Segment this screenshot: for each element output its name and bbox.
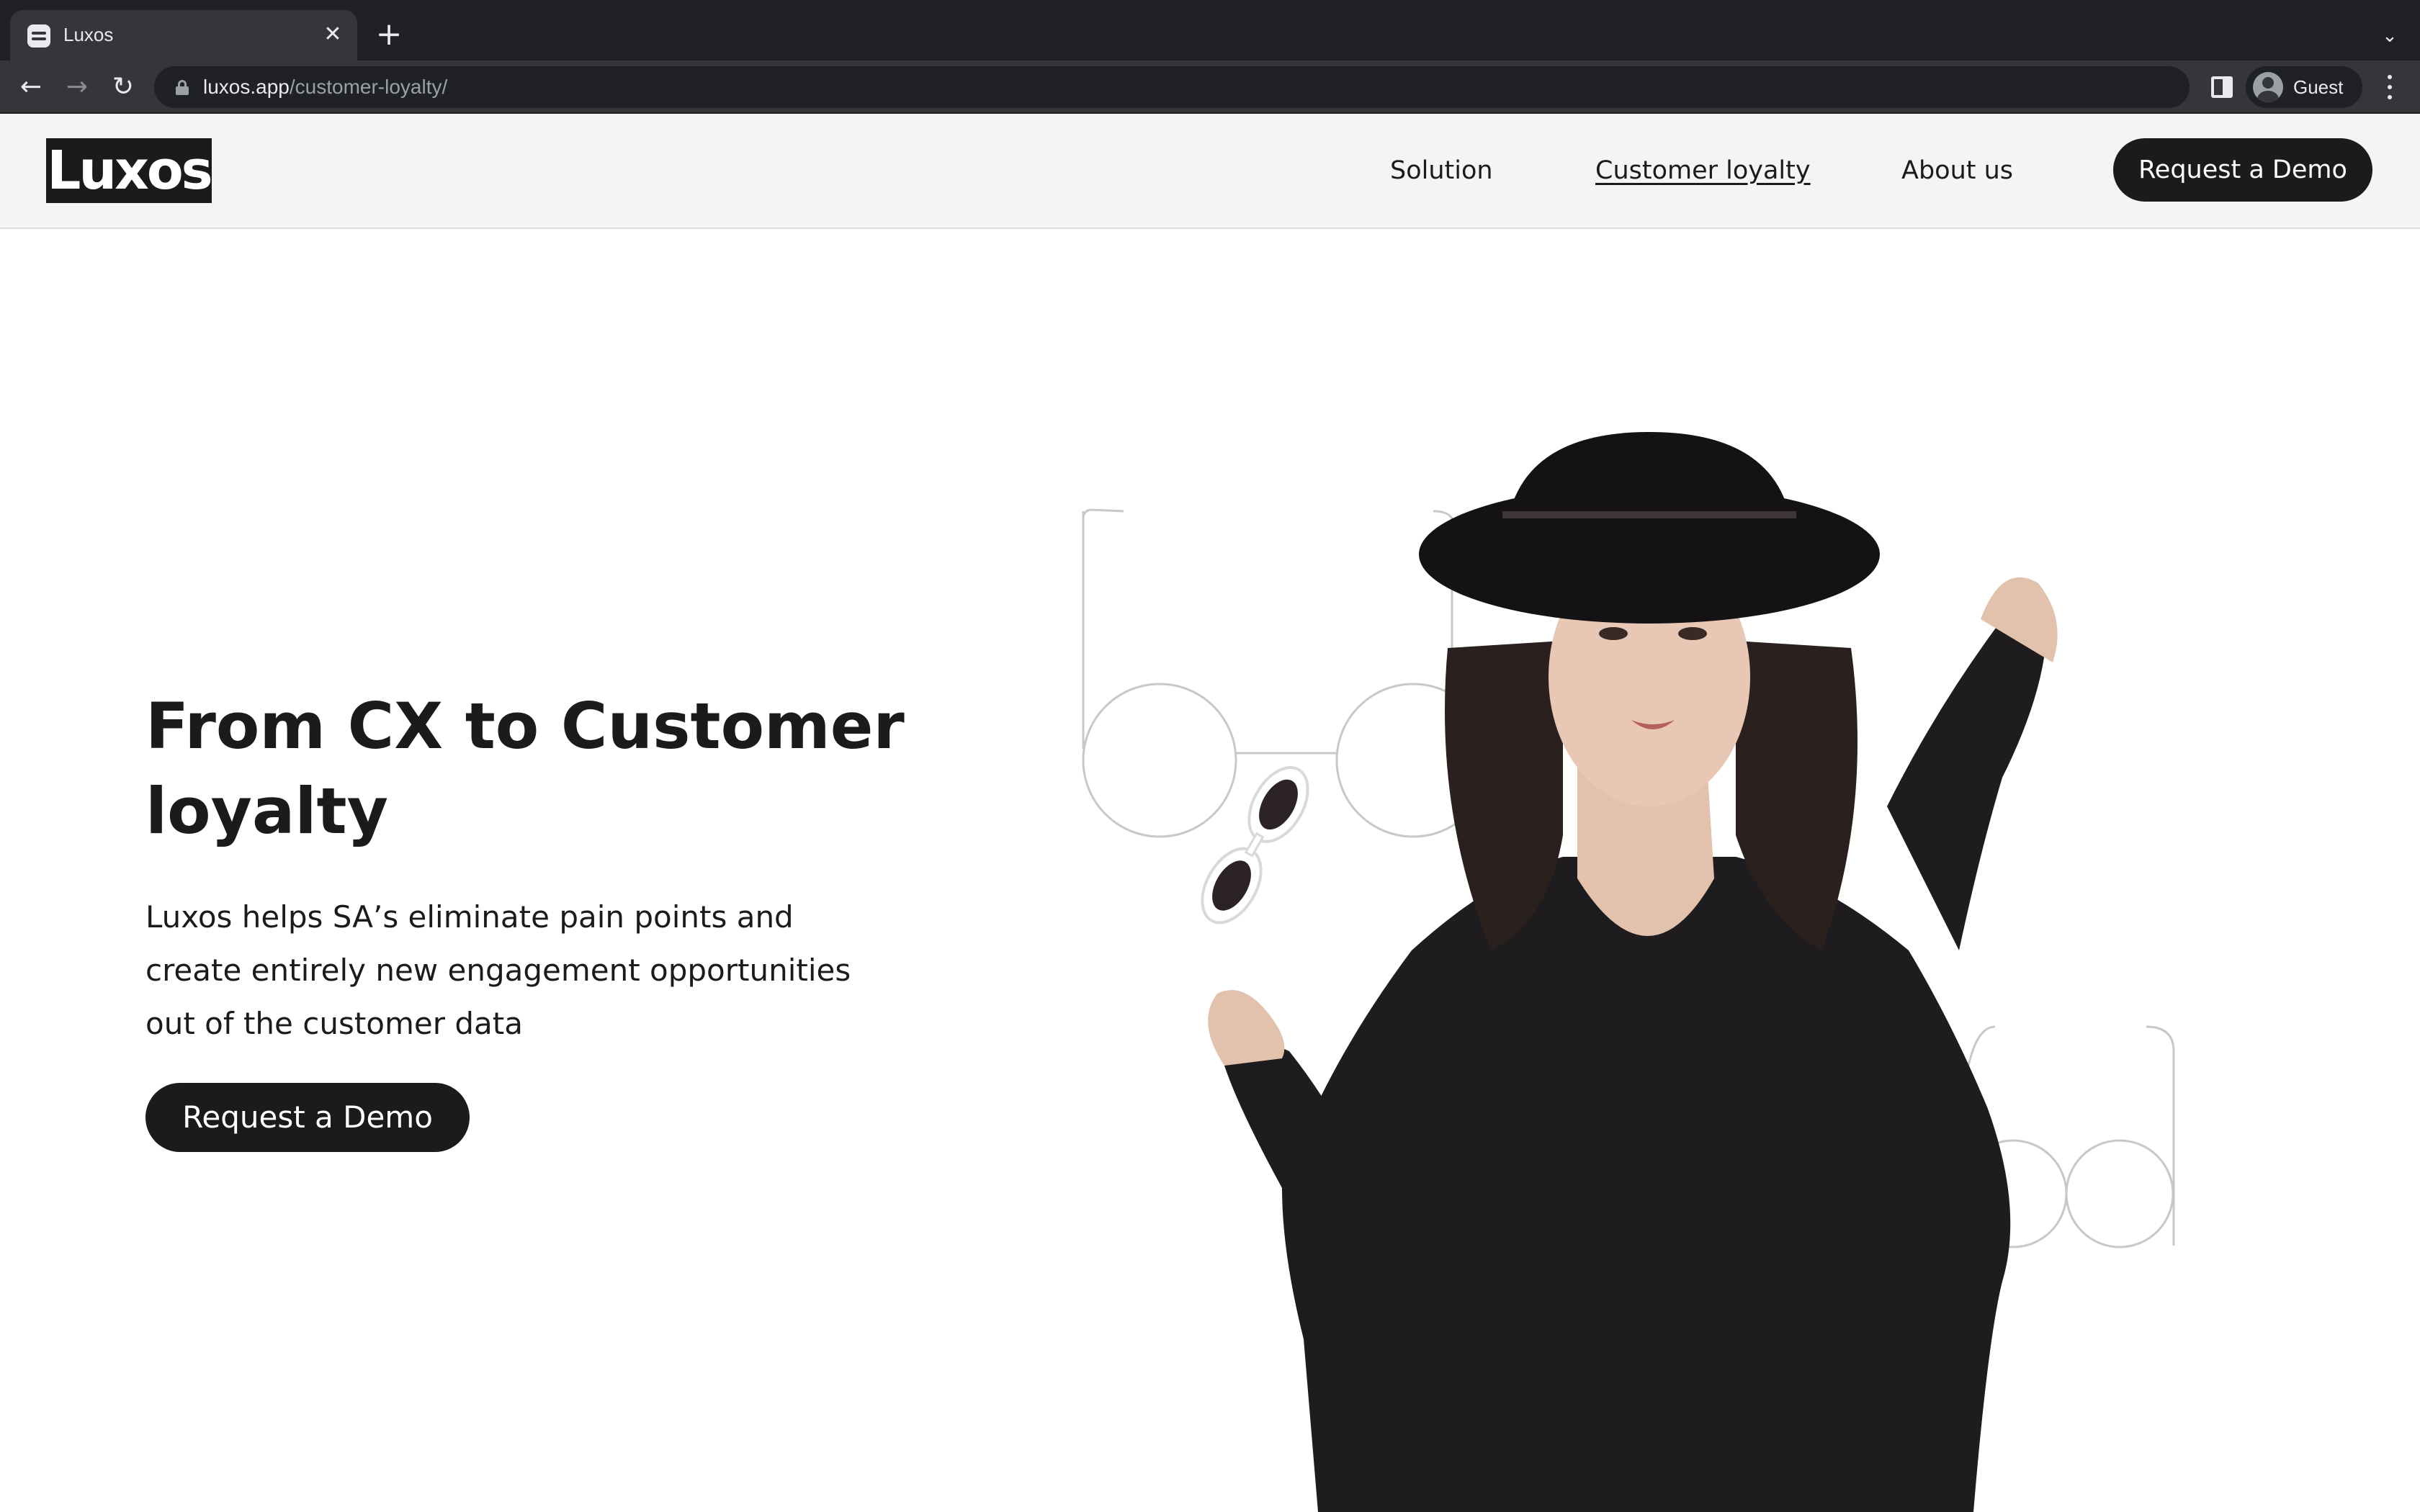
forward-arrow-icon[interactable]: →: [59, 69, 95, 105]
browser-tab[interactable]: Luxos ✕: [10, 10, 357, 60]
reload-icon[interactable]: ↻: [105, 69, 141, 105]
side-panel-icon[interactable]: [2211, 76, 2233, 98]
nav-solution[interactable]: Solution: [1390, 154, 1493, 187]
more-menu-icon[interactable]: [2377, 69, 2403, 105]
request-demo-button-header[interactable]: Request a Demo: [2113, 138, 2372, 202]
url-host: luxos.app: [203, 76, 290, 98]
browser-tab-strip: Luxos ✕ + ⌄: [0, 0, 2420, 60]
site-header: Luxos Solution Customer loyalty About us…: [0, 114, 2420, 229]
profile-button[interactable]: Guest: [2246, 66, 2362, 108]
profile-label: Guest: [2293, 76, 2344, 98]
lock-icon[interactable]: [176, 80, 189, 95]
chevron-down-icon[interactable]: ⌄: [2375, 22, 2404, 50]
nav-about-us[interactable]: About us: [1901, 154, 2013, 187]
hero-title: From CX to Customer loyalty: [145, 689, 905, 848]
request-demo-button-hero[interactable]: Request a Demo: [145, 1083, 470, 1152]
model-figure-image: [1201, 432, 2058, 1512]
close-tab-icon[interactable]: ✕: [320, 22, 346, 48]
address-bar[interactable]: luxos.app/customer-loyalty/: [154, 66, 2190, 108]
back-arrow-icon[interactable]: ←: [13, 69, 49, 105]
browser-toolbar: ← → ↻ luxos.app/customer-loyalty/ Guest: [0, 60, 2420, 114]
favicon-icon: [27, 24, 50, 48]
avatar-icon: [2253, 72, 2283, 102]
url-path: /customer-loyalty/: [289, 76, 448, 98]
hero-description: Luxos helps SA’s eliminate pain points a…: [145, 899, 851, 1041]
hero-illustration: [1082, 432, 2175, 1512]
nav-customer-loyalty[interactable]: Customer loyalty: [1595, 154, 1811, 187]
tab-title: Luxos: [63, 24, 114, 45]
new-tab-icon[interactable]: +: [372, 17, 406, 52]
url-text[interactable]: luxos.app/customer-loyalty/: [203, 74, 447, 100]
luxos-logo[interactable]: Luxos: [46, 138, 213, 203]
